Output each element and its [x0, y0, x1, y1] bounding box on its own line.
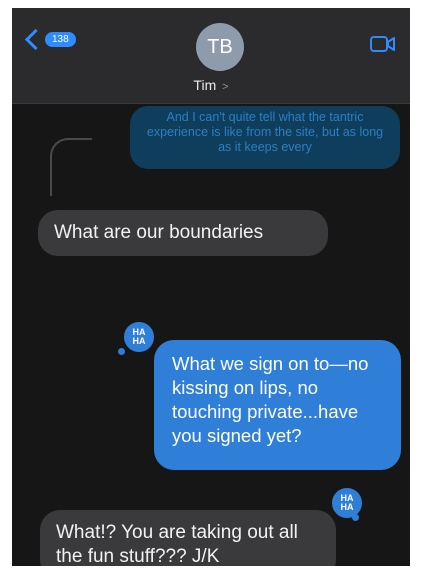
conversation-header: 138 TB Tim >: [12, 8, 410, 104]
contact-chevron-icon: >: [222, 81, 229, 93]
video-camera-icon[interactable]: [370, 35, 396, 53]
back-button[interactable]: 138: [24, 28, 76, 51]
message-bubble-outgoing[interactable]: What we sign on to—no kissing on lips, n…: [154, 340, 401, 470]
avatar-initials: TB: [207, 35, 233, 58]
reaction-tail-dot: [118, 348, 125, 355]
contact-avatar[interactable]: TB: [196, 23, 244, 71]
message-text: What are our boundaries: [54, 222, 264, 243]
bubble-outline-decoration: [50, 138, 92, 196]
message-bubble-incoming[interactable]: What are our boundaries: [38, 210, 328, 256]
reaction-tail-dot: [352, 514, 359, 521]
message-text: What!? You are taking out all the fun st…: [56, 522, 298, 566]
contact-name: Tim: [193, 77, 217, 93]
message-text: And I can't quite tell what the tantric …: [146, 110, 384, 154]
contact-name-button[interactable]: Tim >: [12, 77, 410, 93]
messages-screen: 138 TB Tim > And I can't quite tell what…: [12, 8, 410, 566]
reaction-label-line2: HA: [132, 336, 146, 346]
message-bubble-outgoing[interactable]: And I can't quite tell what the tantric …: [130, 106, 400, 169]
haha-reaction-icon[interactable]: HA HA: [330, 486, 364, 520]
message-bubble-incoming[interactable]: What!? You are taking out all the fun st…: [40, 510, 336, 566]
message-text: What we sign on to—no kissing on lips, n…: [172, 353, 369, 446]
reaction-label-line2: HA: [340, 502, 354, 512]
haha-reaction-icon[interactable]: HA HA: [122, 320, 156, 354]
back-chevron-icon: [24, 28, 47, 51]
unread-count-badge: 138: [45, 32, 76, 47]
